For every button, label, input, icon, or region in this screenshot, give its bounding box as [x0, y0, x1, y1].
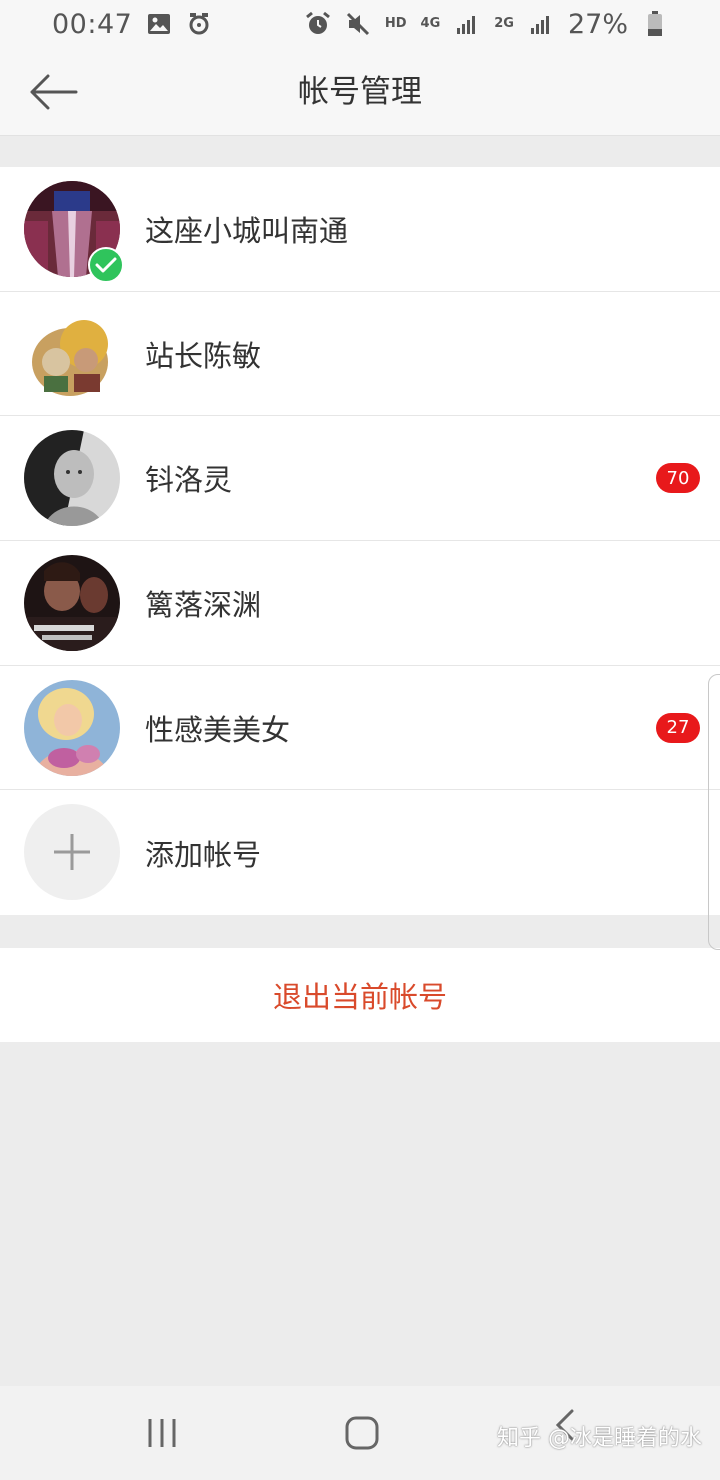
avatar	[24, 555, 120, 652]
add-account-avatar	[24, 804, 120, 901]
mute-icon	[345, 11, 371, 37]
account-list: 这座小城叫南通 站长陈敏 钭洛灵 70 篱落深渊 性感美美女 27 添加帐号	[0, 167, 720, 916]
account-row[interactable]: 篱落深渊	[0, 541, 720, 666]
account-row[interactable]: 这座小城叫南通	[0, 167, 720, 292]
image-icon	[146, 11, 172, 37]
plus-icon	[54, 834, 90, 871]
edge-panel-handle[interactable]	[708, 674, 720, 950]
network-4g-label: 4G	[420, 16, 441, 31]
unread-count-badge: 70	[656, 463, 700, 494]
account-row[interactable]: 站长陈敏	[0, 292, 720, 417]
alarm-icon	[305, 11, 331, 37]
avatar	[24, 679, 120, 776]
app-bar: 帐号管理	[0, 48, 720, 136]
battery-icon	[642, 11, 668, 37]
avatar	[24, 430, 120, 527]
signal-icon-2	[528, 11, 554, 37]
battery-percent: 27%	[567, 8, 628, 40]
add-account-label: 添加帐号	[145, 837, 262, 872]
recents-icon	[148, 1419, 176, 1447]
arrow-left-icon	[30, 74, 78, 110]
account-name: 钭洛灵	[145, 463, 233, 498]
avatar	[24, 305, 120, 402]
home-button[interactable]	[332, 1406, 392, 1460]
logout-button[interactable]: 退出当前帐号	[0, 948, 720, 1042]
status-bar: 00:47 HD 4G 2G 27%	[0, 0, 720, 48]
unread-count-badge: 27	[656, 712, 700, 743]
navigation-bar: 知乎 @冰是睡着的水	[0, 1386, 720, 1480]
status-right: HD 4G 2G 27%	[305, 9, 668, 40]
back-button[interactable]	[22, 66, 84, 118]
account-row[interactable]: 性感美美女 27	[0, 666, 720, 791]
notification-icon	[186, 11, 212, 37]
current-account-check-badge	[88, 247, 124, 283]
account-row[interactable]: 钭洛灵 70	[0, 416, 720, 542]
logout-label: 退出当前帐号	[272, 980, 447, 1014]
account-name: 这座小城叫南通	[145, 213, 349, 248]
account-name: 篱落深渊	[145, 587, 262, 622]
home-icon	[345, 1416, 379, 1450]
page-title: 帐号管理	[298, 74, 422, 110]
account-name: 站长陈敏	[145, 338, 262, 373]
status-left: 00:47	[52, 9, 212, 40]
recents-button[interactable]	[132, 1406, 192, 1460]
signal-icon	[454, 11, 480, 37]
status-time: 00:47	[52, 8, 133, 40]
network-2g-label: 2G	[494, 16, 514, 31]
hd-label: HD	[384, 16, 407, 31]
add-account-row[interactable]: 添加帐号	[0, 790, 720, 915]
checkmark-icon	[95, 257, 117, 273]
watermark: 知乎 @冰是睡着的水	[497, 1426, 702, 1451]
account-name: 性感美美女	[145, 712, 291, 747]
